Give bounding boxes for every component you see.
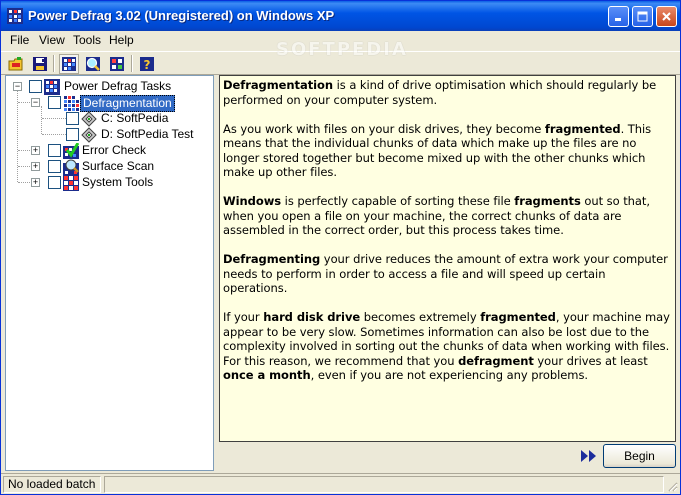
close-button[interactable] [656,6,677,27]
save-batch-icon [33,57,47,71]
tools-view-button[interactable] [107,54,127,74]
info-text: As you work with files on your disk driv… [223,121,545,136]
info-bold-text: defragment [458,353,534,368]
tree-collapse-defrag[interactable]: − [31,98,40,107]
app-window: Power Defrag 3.02 (Unregistered) on Wind… [0,0,681,495]
help-button[interactable]: ? [137,54,157,74]
tree-item-drive-d[interactable]: D: SoftPedia Test [99,127,196,142]
checkbox-error-check[interactable] [48,144,61,157]
checkbox-system-tools[interactable] [48,176,61,189]
tasks-view-icon [62,57,76,71]
maximize-icon [637,11,648,22]
tree-line [18,166,32,167]
hard-drive-icon [81,111,97,127]
tree-expand-error-check[interactable]: + [31,146,40,155]
info-bold-text: Defragmentation [223,78,334,92]
surface-scan-icon [63,159,79,175]
run-arrows-icon [581,450,596,462]
begin-button[interactable]: Begin [603,444,676,468]
tree-item-defragmentation[interactable]: Defragmentation [80,95,175,112]
tree-item-drive-c[interactable]: C: SoftPedia [99,111,170,126]
save-batch-button[interactable] [30,54,50,74]
info-text: , even if you are not experiencing any p… [310,368,589,382]
menu-file[interactable]: File [10,33,29,47]
error-check-icon [63,143,79,159]
tree-line [18,102,32,103]
defrag-icon [63,95,79,111]
info-paragraph: Defragmentation is a kind of drive optim… [223,78,672,107]
checkbox-surface-scan[interactable] [48,160,61,173]
softpedia-watermark: SOFTPEDIA [276,39,408,60]
tools-view-icon [110,57,124,71]
minimize-button[interactable] [608,6,629,27]
checkbox-defrag[interactable] [48,96,61,109]
window-title: Power Defrag 3.02 (Unregistered) on Wind… [28,8,335,23]
svg-text:?: ? [144,58,151,72]
tree-line [17,90,18,182]
info-bold-text: Defragmenting [223,252,321,266]
tree-item-error-check[interactable]: Error Check [80,143,148,158]
info-panel: Defragmentation is a kind of drive optim… [219,75,676,442]
title-bar[interactable]: Power Defrag 3.02 (Unregistered) on Wind… [1,1,680,31]
maximize-button[interactable] [632,6,653,27]
info-paragraph: As you work with files on your disk driv… [223,122,672,180]
checkbox-root[interactable] [29,80,42,93]
info-bold-text: fragmented [544,121,621,136]
tree-item-root[interactable]: Power Defrag Tasks [62,79,173,94]
info-paragraph: If your hard disk drive becomes extremel… [223,310,672,383]
tree-line [41,106,42,134]
system-tools-icon [63,175,79,191]
tasks-view-button[interactable] [59,54,79,74]
help-icon: ? [140,57,154,72]
task-tree[interactable]: − Power Defrag Tasks − Defragmentation C… [5,75,214,471]
status-message [104,476,664,493]
menu-help[interactable]: Help [109,33,134,47]
resize-grip-icon[interactable] [666,480,678,492]
info-text: is perfectly capable of sorting these fi… [281,194,515,208]
defrag-tasks-icon [44,79,60,95]
tree-item-system-tools[interactable]: System Tools [80,175,155,190]
app-icon[interactable] [7,8,23,24]
menu-tools[interactable]: Tools [73,33,101,47]
status-bar: No loaded batch [1,473,680,494]
minimize-icon [615,18,621,21]
info-paragraph: Windows is perfectly capable of sorting … [223,194,672,238]
info-bold-text: once a month [223,368,311,382]
info-text: your drives at least [533,353,648,368]
open-batch-button[interactable] [6,54,26,74]
tree-item-surface-scan[interactable]: Surface Scan [80,159,156,174]
toolbar-separator [53,55,55,72]
open-batch-icon [8,57,23,71]
info-bold-text: hard disk drive [263,310,361,324]
tree-line [18,182,32,183]
tree-collapse-root[interactable]: − [13,82,22,91]
toolbar-separator [131,55,133,72]
info-text: becomes extremely [360,310,481,324]
close-icon [662,12,671,21]
info-bold-text: fragmented [480,310,556,324]
info-bold-text: fragments [514,194,581,208]
checkbox-drive-d[interactable] [66,128,79,141]
tree-expand-surface-scan[interactable]: + [31,162,40,171]
hard-drive-icon [81,127,97,143]
checkbox-drive-c[interactable] [66,112,79,125]
info-paragraph: Defragmenting your drive reduces the amo… [223,252,672,296]
info-bold-text: Windows [223,194,282,208]
menu-view[interactable]: View [39,33,65,47]
tree-expand-system-tools[interactable]: + [31,178,40,187]
tree-line [18,150,32,151]
scan-view-button[interactable] [83,54,103,74]
status-batch: No loaded batch [3,476,101,493]
info-text: If your [223,310,264,324]
scan-view-icon [86,57,100,71]
